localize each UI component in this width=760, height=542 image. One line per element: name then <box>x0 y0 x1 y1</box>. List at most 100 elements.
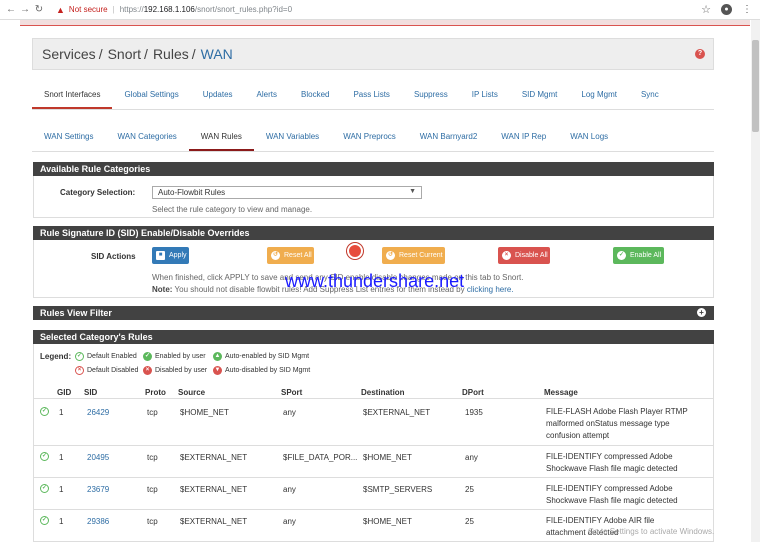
main-tabs: Snort Interfaces Global Settings Updates… <box>32 82 714 110</box>
legend-disabled-by-user: × Disabled by user <box>143 366 207 375</box>
breadcrumb-wan[interactable]: WAN <box>201 46 233 62</box>
reset-icon: ↺ <box>386 251 395 260</box>
suppress-link[interactable]: clicking here. <box>467 285 514 294</box>
cell-sport: any <box>283 485 296 494</box>
cell-gid: 1 <box>59 485 64 494</box>
rule-state-toggle-icon[interactable]: ✓ <box>40 407 49 416</box>
tab-wan-ip-rep[interactable]: WAN IP Rep <box>489 124 558 151</box>
cell-sport: any <box>283 517 296 526</box>
plus-icon[interactable]: + <box>697 308 706 317</box>
tab-ip-lists[interactable]: IP Lists <box>460 82 510 109</box>
cell-sid-link[interactable]: 20495 <box>87 453 109 462</box>
legend-default-enabled: ✓ Default Enabled <box>75 352 137 361</box>
bookmark-star-icon[interactable]: ☆ <box>701 3 711 16</box>
mouse-cursor-highlight <box>347 243 363 259</box>
table-row[interactable]: ✓ 1 20495 tcp $EXTERNAL_NET $FILE_DATA_P… <box>33 445 714 477</box>
cell-dport: 25 <box>465 517 474 526</box>
forward-icon[interactable]: → <box>18 4 32 15</box>
tab-updates[interactable]: Updates <box>191 82 245 109</box>
address-bar[interactable]: https://192.168.1.106/snort/snort_rules.… <box>120 5 292 14</box>
col-proto[interactable]: Proto <box>145 388 166 397</box>
tab-snort-interfaces[interactable]: Snort Interfaces <box>32 82 113 109</box>
tab-sid-mgmt[interactable]: SID Mgmt <box>510 82 570 109</box>
security-status[interactable]: Not secure <box>69 5 108 14</box>
cell-proto: tcp <box>147 453 158 462</box>
tab-wan-barnyard2[interactable]: WAN Barnyard2 <box>408 124 490 151</box>
table-row[interactable]: ✓ 1 29386 tcp $EXTERNAL_NET any $HOME_NE… <box>33 509 714 542</box>
table-row[interactable]: ✓ 1 23679 tcp $EXTERNAL_NET any $SMTP_SE… <box>33 477 714 509</box>
tab-wan-variables[interactable]: WAN Variables <box>254 124 331 151</box>
reset-current-button[interactable]: ↺ Reset Current <box>382 247 445 264</box>
col-gid[interactable]: GID <box>57 388 71 397</box>
back-icon[interactable]: ← <box>4 4 18 15</box>
rules-panel-title: Selected Category's Rules <box>33 330 714 344</box>
tab-wan-rules[interactable]: WAN Rules <box>188 124 254 151</box>
category-select[interactable]: Auto-Flowbit Rules ▼ <box>152 186 422 199</box>
reset-all-button[interactable]: ↺ Reset All <box>267 247 314 264</box>
tab-blocked[interactable]: Blocked <box>289 82 341 109</box>
url-path: /snort/snort_rules.php?id=0 <box>194 5 293 14</box>
page-scrollbar[interactable] <box>751 20 760 542</box>
cell-destination: $HOME_NET <box>363 453 412 462</box>
cell-sid-link[interactable]: 26429 <box>87 408 109 417</box>
times-circle-icon: × <box>143 366 152 375</box>
cell-gid: 1 <box>59 453 64 462</box>
col-dport[interactable]: DPort <box>462 388 484 397</box>
tab-sync[interactable]: Sync <box>629 82 671 109</box>
scrollbar-thumb[interactable] <box>752 40 759 132</box>
disable-all-button[interactable]: × Disable All <box>498 247 550 264</box>
legend-label: Legend: <box>40 352 72 361</box>
arrow-up-circle-icon: ▲ <box>213 352 222 361</box>
save-icon: ■ <box>156 251 165 260</box>
watermark-text: www.thundershare.net <box>285 271 465 291</box>
breadcrumb-separator: / <box>144 46 148 62</box>
breadcrumb-rules[interactable]: Rules <box>153 46 189 62</box>
tab-wan-logs[interactable]: WAN Logs <box>558 124 620 151</box>
col-message[interactable]: Message <box>544 388 578 397</box>
tab-wan-preprocs[interactable]: WAN Preprocs <box>331 124 408 151</box>
cell-destination: $SMTP_SERVERS <box>363 485 433 494</box>
cell-proto: tcp <box>147 517 158 526</box>
legend-enabled-by-user: ✓ Enabled by user <box>143 352 206 361</box>
cell-gid: 1 <box>59 408 64 417</box>
reload-icon[interactable]: ↻ <box>32 4 46 15</box>
help-icon[interactable]: ? <box>695 49 705 59</box>
cell-gid: 1 <box>59 517 64 526</box>
rule-state-toggle-icon[interactable]: ✓ <box>40 484 49 493</box>
enable-all-button[interactable]: ✓ Enable All <box>613 247 664 264</box>
note-label: Note: <box>152 285 173 294</box>
cell-proto: tcp <box>147 485 158 494</box>
tab-wan-settings[interactable]: WAN Settings <box>32 124 106 151</box>
sid-actions-label: SID Actions <box>91 252 136 261</box>
tab-log-mgmt[interactable]: Log Mgmt <box>569 82 629 109</box>
account-icon[interactable]: ● <box>721 4 732 15</box>
cell-dport: any <box>465 453 478 462</box>
arrow-down-circle-icon: ▼ <box>213 366 222 375</box>
col-sport[interactable]: SPort <box>281 388 302 397</box>
cell-dport: 25 <box>465 485 474 494</box>
rule-state-toggle-icon[interactable]: ✓ <box>40 516 49 525</box>
tab-suppress[interactable]: Suppress <box>402 82 460 109</box>
tab-alerts[interactable]: Alerts <box>245 82 289 109</box>
cell-sid-link[interactable]: 23679 <box>87 485 109 494</box>
windows-activation-overlay: Go to Settings to activate Windows. <box>588 527 715 536</box>
check-circle-icon: ✓ <box>143 352 152 361</box>
tab-pass-lists[interactable]: Pass Lists <box>341 82 401 109</box>
tab-global-settings[interactable]: Global Settings <box>112 82 190 109</box>
tab-wan-categories[interactable]: WAN Categories <box>106 124 189 151</box>
breadcrumb-snort[interactable]: Snort <box>108 46 141 62</box>
cell-destination: $EXTERNAL_NET <box>363 408 431 417</box>
chevron-down-icon: ▼ <box>409 188 416 195</box>
browser-menu-icon[interactable]: ⋮ <box>742 4 752 15</box>
col-destination[interactable]: Destination <box>361 388 405 397</box>
cell-proto: tcp <box>147 408 158 417</box>
col-sid[interactable]: SID <box>84 388 97 397</box>
apply-button[interactable]: ■ Apply <box>152 247 189 264</box>
rule-state-toggle-icon[interactable]: ✓ <box>40 452 49 461</box>
table-row[interactable]: ✓ 1 26429 tcp $HOME_NET any $EXTERNAL_NE… <box>33 398 714 445</box>
breadcrumb-services[interactable]: Services <box>42 46 96 62</box>
disable-icon: × <box>502 251 511 260</box>
col-source[interactable]: Source <box>178 388 205 397</box>
cell-sid-link[interactable]: 29386 <box>87 517 109 526</box>
rules-view-filter-title[interactable]: Rules View Filter + <box>33 306 714 320</box>
